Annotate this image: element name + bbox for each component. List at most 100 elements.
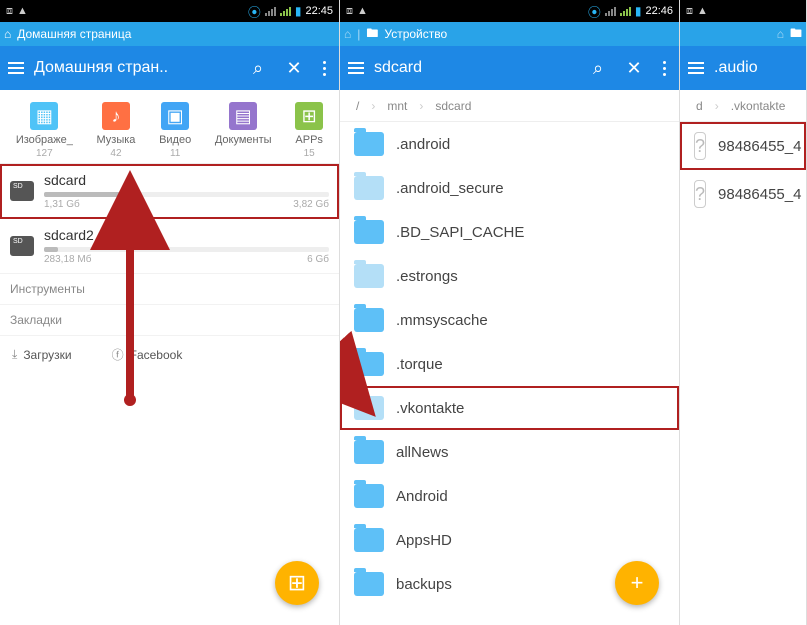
panel-device: ⧈ ▲ ⦿ ▮ 22:46 ⌂ | 🖿 Устройство sdcard ⌕ … [340, 0, 680, 625]
folder-icon [354, 572, 384, 596]
category-item[interactable]: ▦Изображе_127 [16, 102, 73, 159]
storage-bar [44, 247, 329, 252]
folder-name: .android [396, 136, 450, 153]
storage-bar [44, 192, 329, 197]
warning-icon: ▲ [357, 5, 368, 17]
warning-icon: ▲ [697, 5, 708, 17]
wifi-icon: ⦿ [588, 2, 601, 21]
category-label: APPs [295, 134, 323, 146]
storage-name: sdcard2 [44, 227, 329, 243]
folder-name: .estrongs [396, 268, 458, 285]
category-item[interactable]: ⊞APPs15 [295, 102, 323, 159]
menu-icon[interactable] [688, 62, 704, 74]
file-name: 98486455_4 [718, 186, 801, 203]
file-name: 98486455_4 [718, 138, 801, 155]
category-count: 127 [16, 148, 73, 159]
folder-row[interactable]: allNews [340, 430, 679, 474]
folder-row[interactable]: AppsHD [340, 518, 679, 562]
page-title: .audio [714, 59, 798, 77]
folder-row[interactable]: .vkontakte [340, 386, 679, 430]
breadcrumb-seg[interactable]: / [348, 99, 367, 113]
folder-name: .BD_SAPI_CACHE [396, 224, 524, 241]
page-title: Домашняя стран.. [34, 59, 235, 77]
category-label: Музыка [97, 134, 136, 146]
app-header: .audio [680, 46, 806, 90]
storage-total: 6 Gб [307, 254, 329, 265]
wifi-icon: ⦿ [248, 2, 261, 21]
link-facebook[interactable]: ⓕFacebook [112, 346, 183, 363]
fab-button[interactable]: ⊞ [275, 561, 319, 605]
search-icon[interactable]: ⌕ [585, 58, 611, 79]
notif-icon: ⧈ [6, 5, 13, 18]
storage-name: sdcard [44, 172, 329, 188]
close-icon[interactable]: ✕ [621, 58, 647, 79]
unknown-file-icon: ? [694, 132, 706, 160]
folder-row[interactable]: .mmsyscache [340, 298, 679, 342]
folder-name: AppsHD [396, 532, 452, 549]
breadcrumb-seg[interactable]: sdcard [427, 99, 479, 113]
chevron-right-icon: › [419, 99, 423, 113]
fab-add-button[interactable]: + [615, 561, 659, 605]
storage-used: 283,18 Mб [44, 254, 91, 265]
link-downloads[interactable]: ⤓Загрузки [12, 346, 72, 363]
more-icon[interactable] [317, 61, 331, 76]
folder-row[interactable]: .estrongs [340, 254, 679, 298]
close-icon[interactable]: ✕ [281, 58, 307, 79]
breadcrumb: / › mnt › sdcard [340, 90, 679, 122]
category-label: Видео [159, 134, 191, 146]
category-icon: ▣ [161, 102, 189, 130]
breadcrumb-seg[interactable]: d [688, 99, 711, 113]
search-icon[interactable]: ⌕ [245, 58, 271, 79]
category-item[interactable]: ♪Музыка42 [97, 102, 136, 159]
category-item[interactable]: ▤Документы [215, 102, 272, 159]
folder-icon: 🖿 [790, 24, 802, 45]
folder-row[interactable]: .android [340, 122, 679, 166]
storage-total: 3,82 Gб [293, 199, 329, 210]
file-row[interactable]: ? 98486455_4 [680, 122, 806, 170]
folder-name: allNews [396, 444, 449, 461]
storage-used: 1,31 Gб [44, 199, 80, 210]
storage-list: sdcard 1,31 Gб 3,82 Gб sdcard2 283,18 Mб 6… [0, 164, 339, 274]
tab-bar: ⌂ Домашняя страница [0, 22, 339, 46]
home-icon: ⌂ [344, 27, 351, 41]
folder-row[interactable]: .BD_SAPI_CACHE [340, 210, 679, 254]
signal-icon [605, 6, 616, 16]
folder-icon [354, 396, 384, 420]
storage-item[interactable]: sdcard2 283,18 Mб 6 Gб [0, 219, 339, 274]
menu-icon[interactable] [8, 62, 24, 74]
section-bookmarks: Закладки [0, 305, 339, 336]
signal-icon-2 [280, 6, 291, 16]
folder-icon [354, 440, 384, 464]
folder-icon: 🖿 [366, 24, 378, 45]
breadcrumb-seg[interactable]: .vkontakte [723, 99, 794, 113]
folder-row[interactable]: .android_secure [340, 166, 679, 210]
category-icon: ♪ [102, 102, 130, 130]
folder-icon [354, 220, 384, 244]
panel-home: ⧈ ▲ ⦿ ▮ 22:45 ⌂ Домашняя страница Домашн… [0, 0, 340, 625]
storage-item[interactable]: sdcard 1,31 Gб 3,82 Gб [0, 164, 339, 219]
statusbar: ⧈ ▲ ⦿ ▮ 22:46 [340, 0, 679, 22]
chevron-right-icon: › [371, 99, 375, 113]
menu-icon[interactable] [348, 62, 364, 74]
category-label: Документы [215, 134, 272, 146]
statusbar: ⧈ ▲ [680, 0, 806, 22]
clock: 22:46 [645, 5, 673, 17]
folder-icon [354, 484, 384, 508]
clock: 22:45 [305, 5, 333, 17]
page-title: sdcard [374, 59, 575, 77]
tab-device[interactable]: Устройство [384, 27, 447, 41]
folder-icon [354, 264, 384, 288]
folder-row[interactable]: .torque [340, 342, 679, 386]
folder-row[interactable]: Android [340, 474, 679, 518]
app-header: Домашняя стран.. ⌕ ✕ [0, 46, 339, 90]
more-icon[interactable] [657, 61, 671, 76]
folder-icon [354, 308, 384, 332]
breadcrumb-seg[interactable]: mnt [379, 99, 415, 113]
battery-icon: ▮ [635, 4, 642, 18]
folder-name: .torque [396, 356, 443, 373]
tab-home[interactable]: Домашняя страница [17, 27, 131, 41]
file-row[interactable]: ?98486455_4 [680, 170, 806, 218]
category-item[interactable]: ▣Видео11 [159, 102, 191, 159]
section-tools: Инструменты [0, 274, 339, 305]
bookmarks-row: ⤓Загрузки ⓕFacebook [0, 336, 339, 373]
